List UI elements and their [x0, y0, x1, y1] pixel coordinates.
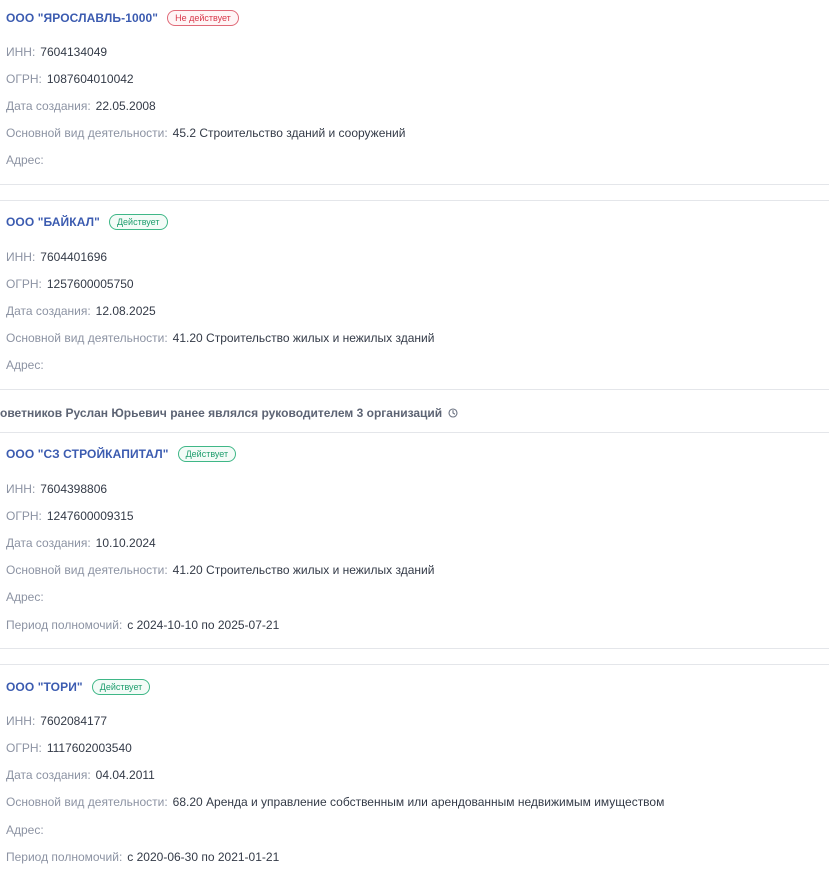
period-label: Период полномочий: [6, 618, 123, 632]
activity-label: Основной вид деятельности: [6, 795, 168, 809]
divider [0, 432, 829, 433]
activity-label: Основной вид деятельности: [6, 563, 168, 577]
address-label: Адрес: [6, 823, 44, 837]
ogrn-label: ОГРН: [6, 277, 42, 291]
date-value: 04.04.2011 [95, 768, 155, 782]
inn-label: ИНН: [6, 45, 36, 59]
clock-icon[interactable] [448, 408, 458, 418]
period-row: Период полномочий: с 2020-06-30 по 2021-0… [6, 850, 279, 864]
status-badge: Действует [177, 446, 237, 462]
ogrn-row: ОГРН: 1257600005750 [6, 277, 134, 291]
ogrn-row: ОГРН: 1247600009315 [6, 509, 134, 523]
date-value: 12.08.2025 [95, 304, 156, 318]
ogrn-value: 1117602003540 [46, 741, 132, 755]
date-label: Дата создания: [6, 99, 91, 113]
status-badge: Действует [91, 679, 151, 695]
inn-row: ИНН: 7604401696 [6, 250, 107, 264]
divider [0, 648, 829, 649]
org-name-link[interactable]: ООО "ЯРОСЛАВЛЬ-1000" [6, 11, 158, 25]
divider [0, 664, 829, 665]
date-value: 22.05.2008 [95, 99, 156, 113]
inn-value: 7604398806 [40, 482, 108, 496]
org-title-row: ООО "ЯРОСЛАВЛЬ-1000" Не действует [6, 10, 239, 26]
date-label: Дата создания: [6, 536, 91, 550]
activity-label: Основной вид деятельности: [6, 331, 168, 345]
org-name-link[interactable]: ООО "БАЙКАЛ" [6, 215, 100, 229]
org-title-row: ООО "БАЙКАЛ" Действует [6, 214, 168, 230]
divider [0, 184, 829, 185]
divider [0, 389, 829, 390]
address-label: Адрес: [6, 153, 44, 167]
inn-row: ИНН: 7602084177 [6, 714, 107, 728]
address-label: Адрес: [6, 358, 44, 372]
inn-value: 7602084177 [40, 714, 108, 728]
address-row: Адрес: [6, 153, 44, 167]
date-row: Дата создания: 22.05.2008 [6, 99, 156, 113]
former-orgs-heading-text: оветников Руслан Юрьевич ранее являлся р… [0, 406, 443, 420]
address-row: Адрес: [6, 823, 44, 837]
activity-row: Основной вид деятельности: 41.20 Строител… [6, 563, 434, 577]
activity-value: 45.2 Строительство зданий и сооружений [172, 126, 406, 140]
ogrn-row: ОГРН: 1117602003540 [6, 741, 132, 755]
ogrn-label: ОГРН: [6, 509, 42, 523]
org-title-row: ООО "ТОРИ" Действует [6, 679, 151, 695]
period-row: Период полномочий: с 2024-10-10 по 2025-0… [6, 618, 279, 632]
period-value: с 2020-06-30 по 2021-01-21 [127, 850, 280, 864]
ogrn-value: 1087604010042 [46, 72, 134, 86]
activity-label: Основной вид деятельности: [6, 126, 168, 140]
period-label: Период полномочий: [6, 850, 123, 864]
inn-value: 7604134049 [40, 45, 108, 59]
activity-value: 68.20 Аренда и управление собственным ил… [172, 795, 665, 809]
ogrn-label: ОГРН: [6, 741, 42, 755]
date-row: Дата создания: 10.10.2024 [6, 536, 156, 550]
ogrn-row: ОГРН: 1087604010042 [6, 72, 134, 86]
ogrn-value: 1247600009315 [46, 509, 134, 523]
inn-label: ИНН: [6, 714, 36, 728]
date-label: Дата создания: [6, 304, 91, 318]
address-label: Адрес: [6, 590, 44, 604]
org-name-link[interactable]: ООО "ТОРИ" [6, 680, 83, 694]
status-badge: Действует [108, 214, 168, 230]
date-row: Дата создания: 04.04.2011 [6, 768, 155, 782]
activity-value: 41.20 Строительство жилых и нежилых здан… [172, 331, 435, 345]
ogrn-label: ОГРН: [6, 72, 42, 86]
date-value: 10.10.2024 [95, 536, 156, 550]
inn-value: 7604401696 [40, 250, 108, 264]
address-row: Адрес: [6, 358, 44, 372]
activity-row: Основной вид деятельности: 45.2 Строитель… [6, 126, 405, 140]
inn-label: ИНН: [6, 250, 36, 264]
status-badge: Не действует [167, 10, 239, 26]
activity-row: Основной вид деятельности: 68.20 Аренда и… [6, 795, 664, 809]
former-orgs-heading: оветников Руслан Юрьевич ранее являлся р… [0, 406, 458, 420]
divider [0, 200, 829, 201]
activity-value: 41.20 Строительство жилых и нежилых здан… [172, 563, 435, 577]
date-label: Дата создания: [6, 768, 91, 782]
inn-label: ИНН: [6, 482, 36, 496]
ogrn-value: 1257600005750 [46, 277, 134, 291]
address-row: Адрес: [6, 590, 44, 604]
activity-row: Основной вид деятельности: 41.20 Строител… [6, 331, 434, 345]
date-row: Дата создания: 12.08.2025 [6, 304, 156, 318]
inn-row: ИНН: 7604398806 [6, 482, 107, 496]
org-title-row: ООО "СЗ СТРОЙКАПИТАЛ" Действует [6, 446, 237, 462]
org-name-link[interactable]: ООО "СЗ СТРОЙКАПИТАЛ" [6, 447, 169, 461]
period-value: с 2024-10-10 по 2025-07-21 [127, 618, 280, 632]
inn-row: ИНН: 7604134049 [6, 45, 107, 59]
